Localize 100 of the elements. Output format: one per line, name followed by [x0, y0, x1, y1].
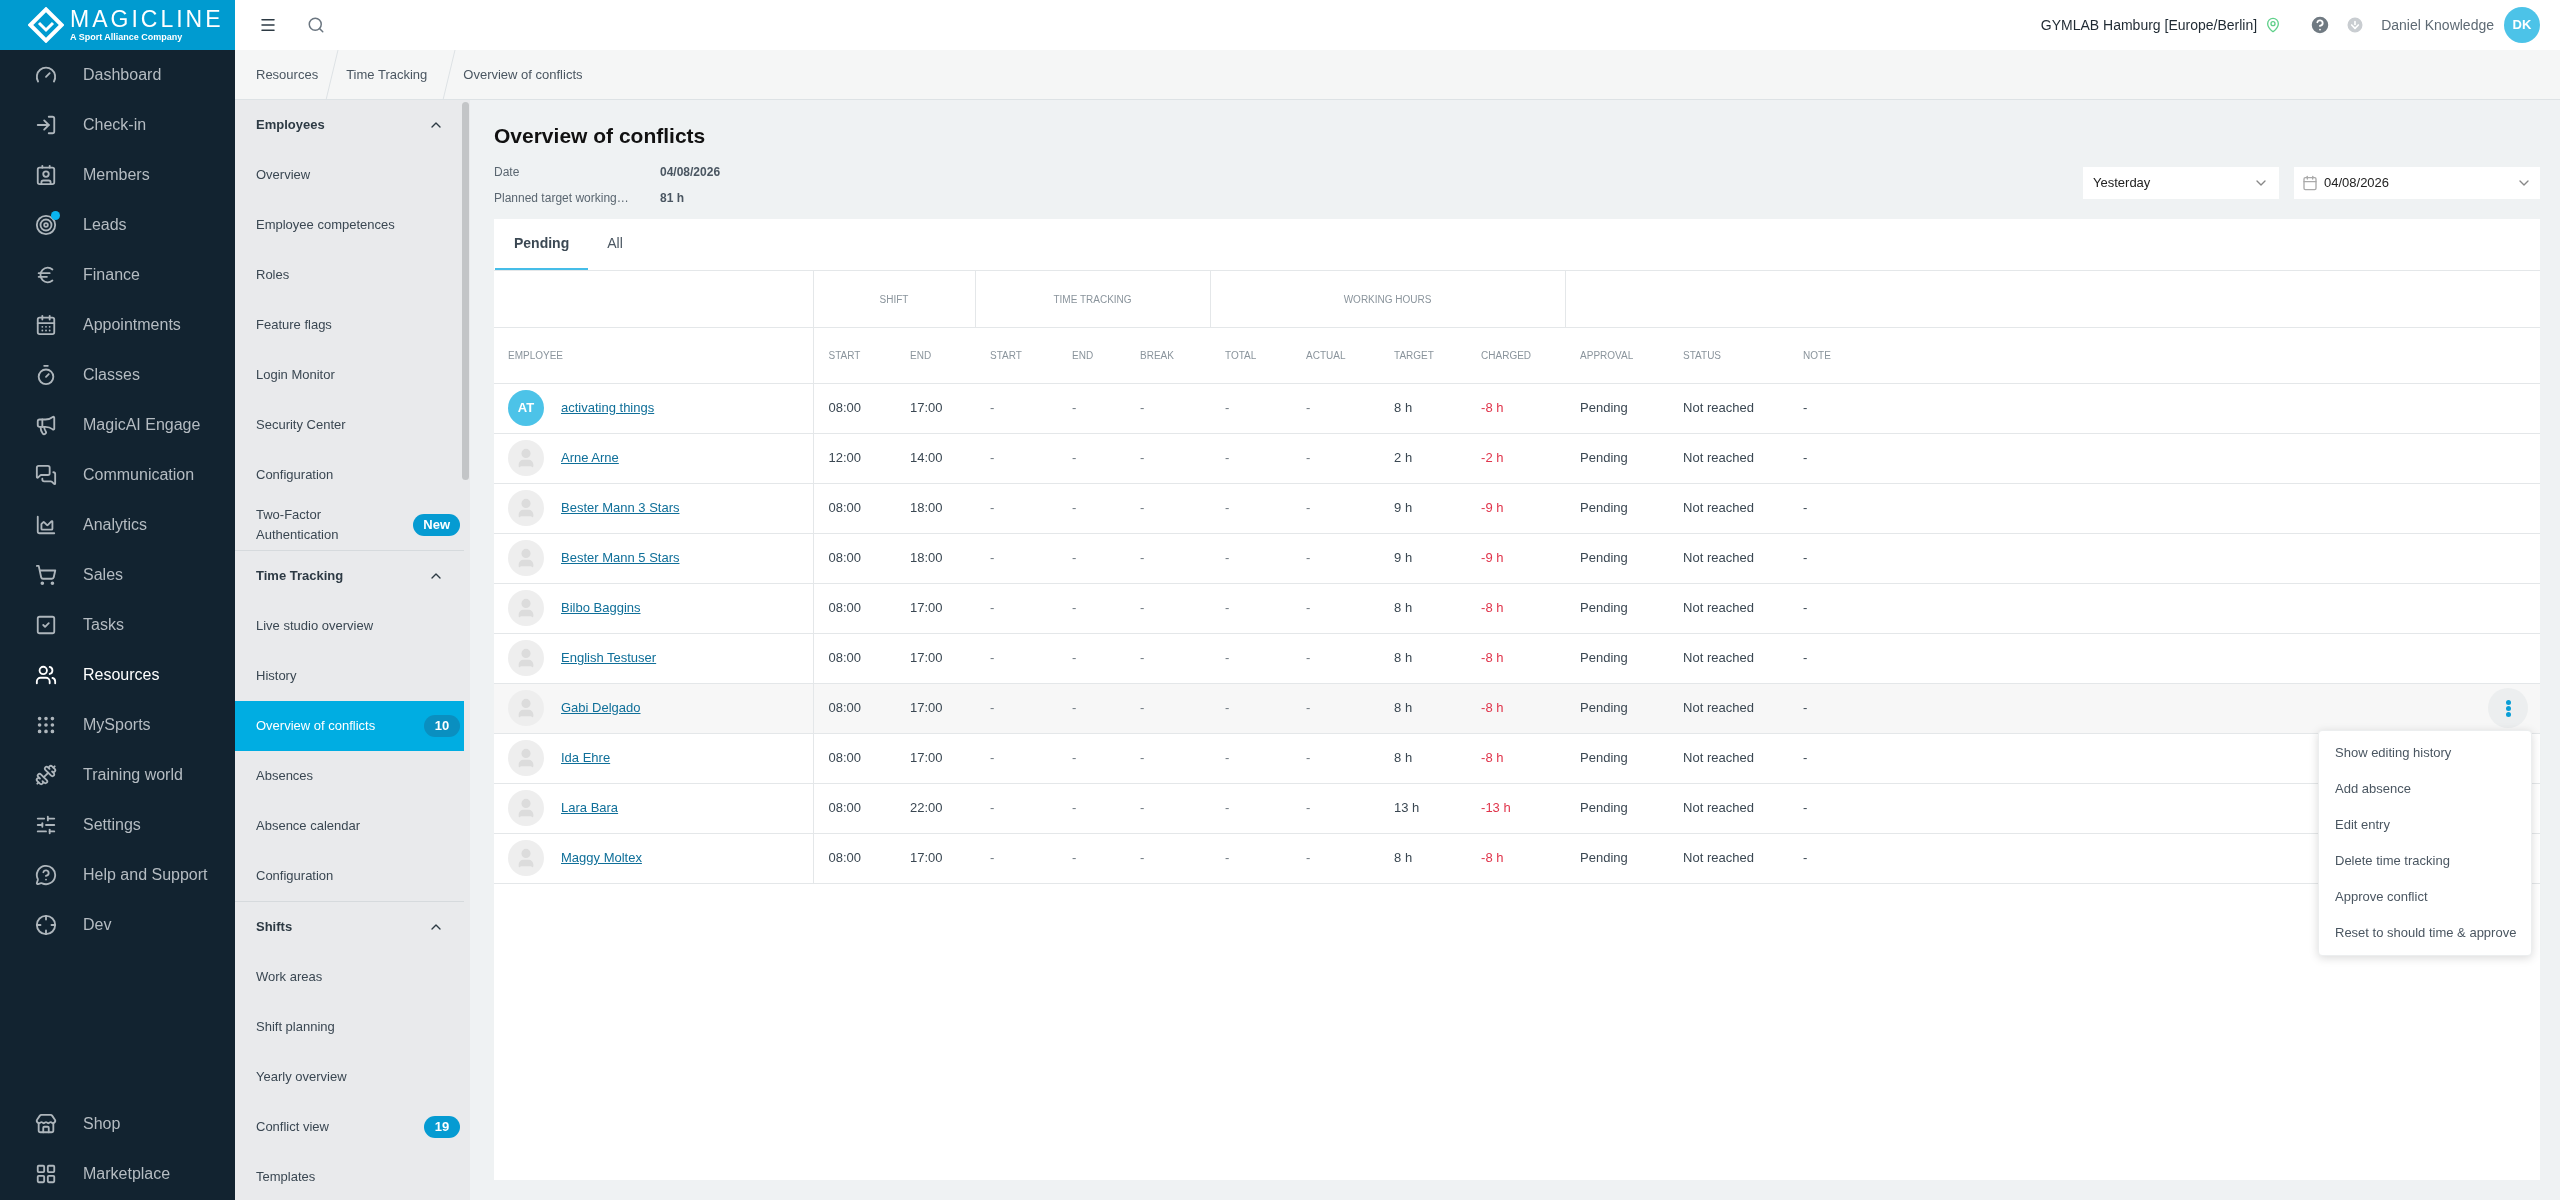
table-cell: 17:00 — [910, 600, 943, 616]
employee-link[interactable]: English Testuser — [561, 648, 657, 668]
sidebar-item[interactable]: Tasks — [0, 600, 235, 650]
table-cell: - — [1140, 550, 1145, 566]
submenu-item-label: Employee competences — [256, 216, 396, 234]
chart-icon — [35, 514, 57, 536]
table-cell: - — [1306, 650, 1311, 666]
submenu-item[interactable]: Absences — [235, 751, 464, 801]
sidebar-item[interactable]: Help and Support — [0, 850, 235, 900]
employee-link[interactable]: Bester Mann 3 Stars — [561, 498, 680, 518]
user-name[interactable]: Daniel Knowledge — [2381, 14, 2494, 36]
tab[interactable]: All — [588, 219, 642, 270]
submenu-item[interactable]: Shift planning — [235, 1002, 464, 1052]
submenu-item[interactable]: History — [235, 651, 464, 701]
tab[interactable]: Pending — [495, 219, 589, 270]
megaphone-icon — [35, 414, 57, 436]
table-cell: - — [990, 800, 995, 816]
submenu-item[interactable]: Feature flags — [235, 300, 464, 350]
sidebar-item[interactable]: Training world — [0, 750, 235, 800]
submenu-item[interactable]: Configuration — [235, 450, 464, 500]
submenu-item[interactable]: Login Monitor — [235, 350, 464, 400]
employee-link[interactable]: Arne Arne — [561, 448, 619, 468]
submenu-item[interactable]: Overview of conflicts 10 — [235, 701, 464, 751]
employee-link[interactable]: Bilbo Baggins — [561, 598, 641, 618]
submenu-item[interactable]: Conflict view 19 — [235, 1102, 464, 1152]
submenu-item[interactable]: Security Center — [235, 400, 464, 450]
table-cell: Pending — [1580, 750, 1628, 766]
sidebar-item[interactable]: Sales — [0, 550, 235, 600]
sidebar-item[interactable]: Members — [0, 150, 235, 200]
submenu-item[interactable]: Two-Factor Authentication New — [235, 500, 464, 550]
employee-link[interactable]: activating things — [561, 398, 655, 418]
submenu-item-label: Live studio overview — [256, 617, 375, 635]
employee-link[interactable]: Ida Ehre — [561, 748, 611, 768]
sidebar-item[interactable]: Appointments — [0, 300, 235, 350]
location-label[interactable]: GYMLAB Hamburg [Europe/Berlin] — [2040, 14, 2258, 36]
employee-link[interactable]: Bester Mann 5 Stars — [561, 548, 680, 568]
sidebar-item[interactable]: Settings — [0, 800, 235, 850]
submenu-item[interactable]: Employee competences — [235, 200, 464, 250]
table-cell: - — [990, 750, 995, 766]
id-card-icon — [35, 164, 57, 186]
breadcrumb-link[interactable]: Resources — [235, 64, 321, 85]
sidebar-item[interactable]: Check-in — [0, 100, 235, 150]
employee-link[interactable]: Gabi Delgado — [561, 698, 641, 718]
submenu-item[interactable]: Absence calendar — [235, 801, 464, 851]
submenu-item[interactable]: Roles — [235, 250, 464, 300]
submenu-item-label: Feature flags — [256, 316, 333, 334]
table-cell: Pending — [1580, 850, 1628, 866]
sidebar-item[interactable]: Finance — [0, 250, 235, 300]
submenu-item[interactable]: Templates — [235, 1152, 464, 1200]
submenu-item[interactable]: Overview — [235, 150, 464, 200]
breadcrumb-link[interactable]: Time Tracking — [344, 64, 430, 85]
sidebar-item[interactable]: Leads — [0, 200, 235, 250]
submenu-item-label: Conflict view — [256, 1118, 330, 1136]
menu-item[interactable]: Show editing history — [2319, 734, 2531, 771]
date-field[interactable]: 04/08/2026 — [2294, 167, 2540, 199]
brand-name: MAGICLINE — [70, 8, 224, 31]
table-cell: 08:00 — [828, 500, 862, 516]
sidebar-item[interactable]: Analytics — [0, 500, 235, 550]
sidebar-item[interactable]: Resources — [0, 650, 235, 700]
table-row[interactable]: English Testuser 08:00 17:00 - - - - - 8 h -8 h Pending Not reached - — [494, 633, 2540, 683]
help-icon[interactable] — [2309, 14, 2332, 36]
sidebar-item[interactable]: Dashboard — [0, 50, 235, 100]
breadcrumb-link[interactable]: Overview of conflicts — [461, 64, 585, 85]
sidebar-item[interactable]: Dev — [0, 900, 235, 950]
table-row[interactable]: Bester Mann 5 Stars 08:00 18:00 - - - - - 9 h -9 h Pending Not reached - — [494, 533, 2540, 583]
table-row[interactable]: Bilbo Baggins 08:00 17:00 - - - - - 8 h -8 h Pending Not reached - — [494, 583, 2540, 633]
submenu-item-label: Overview of conflicts — [256, 717, 377, 735]
table-cell: -8 h — [1481, 700, 1504, 716]
submenu-item[interactable]: Yearly overview — [235, 1052, 464, 1102]
table-cell: 2 h — [1394, 450, 1413, 466]
chat-bubbles-icon — [35, 464, 57, 486]
table-row[interactable]: Arne Arne 12:00 14:00 - - - - - 2 h -2 h Pending Not reached - — [494, 433, 2540, 483]
submenu-section-header[interactable]: Shifts — [235, 902, 464, 952]
submenu-section-header[interactable]: Time Tracking — [235, 551, 464, 601]
table-cell: - — [1140, 850, 1145, 866]
sidebar-item[interactable]: MySports — [0, 700, 235, 750]
sidebar-item[interactable]: MagicAI Engage — [0, 400, 235, 450]
table-cell: - — [990, 600, 995, 616]
table-cell: 08:00 — [828, 700, 862, 716]
scrollbar-thumb[interactable] — [462, 102, 469, 480]
table-cell: Not reached — [1683, 800, 1754, 816]
sidebar-item[interactable]: Shop — [0, 1099, 235, 1149]
sidebar-item[interactable]: Marketplace — [0, 1149, 235, 1199]
employee-link[interactable]: Lara Bara — [561, 798, 619, 818]
table-cell: Pending — [1580, 400, 1628, 416]
info-label: Planned target working… — [494, 190, 630, 207]
table-row[interactable]: Bester Mann 3 Stars 08:00 18:00 - - - - - 9 h -9 h Pending Not reached - — [494, 483, 2540, 533]
submenu-item[interactable]: Live studio overview — [235, 601, 464, 651]
table-cell: - — [1306, 600, 1311, 616]
menu-item[interactable]: Reset to should time & approve — [2319, 914, 2531, 951]
employee-link[interactable]: Maggy Moltex — [561, 848, 642, 868]
table-row[interactable]: AT activating things 08:00 17:00 - - - - - 8 h -8 h Pending Not reached - — [494, 383, 2540, 433]
menu-item[interactable]: Delete time tracking — [2319, 842, 2531, 879]
submenu-item[interactable]: Work areas — [235, 952, 464, 1002]
table-cell: - — [1225, 700, 1230, 716]
sidebar-item[interactable]: Communication — [0, 450, 235, 500]
more-actions-button[interactable] — [2488, 688, 2528, 728]
sidebar-item[interactable]: Classes — [0, 350, 235, 400]
submenu-item[interactable]: Configuration — [235, 851, 464, 901]
period-select[interactable]: Yesterday — [2083, 167, 2279, 199]
